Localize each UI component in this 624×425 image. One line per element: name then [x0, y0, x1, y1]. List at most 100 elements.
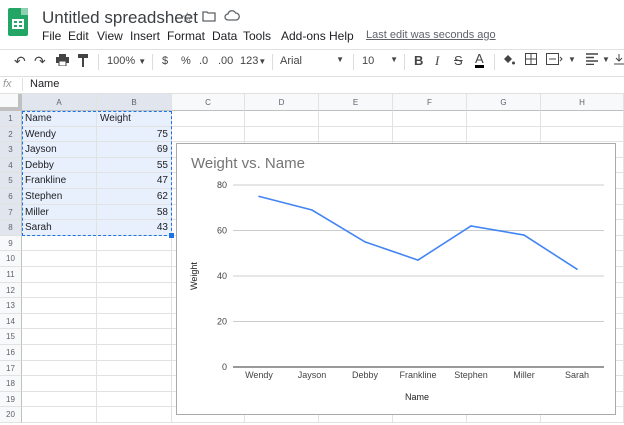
cell-b13[interactable]: [97, 298, 172, 314]
increase-decimal-button[interactable]: .00: [218, 55, 233, 67]
row-header-1[interactable]: 1: [0, 111, 22, 127]
cell-a19[interactable]: [22, 391, 97, 408]
row-header-14[interactable]: 14: [0, 313, 22, 330]
cell-a9[interactable]: [22, 235, 97, 252]
cell-a15[interactable]: [22, 329, 97, 345]
column-header-d[interactable]: D: [245, 94, 319, 111]
cell-b9[interactable]: [97, 235, 172, 252]
cell-b18[interactable]: [97, 376, 172, 392]
fill-handle[interactable]: [169, 233, 174, 238]
cell-a8[interactable]: Sarah: [22, 220, 97, 236]
column-header-a[interactable]: A: [22, 94, 97, 111]
cell-a12[interactable]: [22, 282, 97, 299]
vertical-align-icon[interactable]: [614, 53, 624, 68]
row-header-7[interactable]: 7: [0, 204, 22, 221]
redo-icon[interactable]: ↷: [34, 53, 46, 70]
column-header-e[interactable]: E: [319, 94, 393, 111]
last-edit-link[interactable]: Last edit was seconds ago: [366, 29, 496, 41]
cell-b1[interactable]: Weight: [97, 111, 172, 127]
chevron-down-icon[interactable]: ▼: [602, 55, 610, 64]
cell-a4[interactable]: Debby: [22, 157, 97, 174]
cell-a1[interactable]: Name: [22, 111, 97, 127]
undo-icon[interactable]: ↶: [14, 53, 26, 70]
column-header-c[interactable]: C: [172, 94, 245, 111]
cell-a17[interactable]: [22, 360, 97, 377]
cell-b12[interactable]: [97, 282, 172, 299]
font-size-select[interactable]: 10 ▼: [362, 55, 398, 67]
row-header-6[interactable]: 6: [0, 189, 22, 205]
cell-b5[interactable]: 47: [97, 173, 172, 189]
row-header-4[interactable]: 4: [0, 157, 22, 174]
merge-cells-icon[interactable]: [546, 53, 564, 68]
row-header-13[interactable]: 13: [0, 298, 22, 314]
row-header-2[interactable]: 2: [0, 126, 22, 143]
sheets-logo-icon[interactable]: [8, 8, 28, 36]
cell-b16[interactable]: [97, 345, 172, 361]
font-family-select[interactable]: Arial ▼: [280, 55, 344, 67]
row-header-9[interactable]: 9: [0, 235, 22, 252]
bold-icon[interactable]: B: [414, 53, 423, 68]
row-header-17[interactable]: 17: [0, 360, 22, 377]
cell-c2[interactable]: [172, 126, 245, 143]
cell-a5[interactable]: Frankline: [22, 173, 97, 189]
row-header-15[interactable]: 15: [0, 329, 22, 345]
menu-edit[interactable]: Edit: [68, 29, 89, 43]
cell-a10[interactable]: [22, 251, 97, 267]
cell-a2[interactable]: Wendy: [22, 126, 97, 143]
decrease-decimal-button[interactable]: .0: [199, 55, 208, 67]
star-icon[interactable]: ☆: [181, 9, 194, 26]
cell-b7[interactable]: 58: [97, 204, 172, 221]
cloud-status-icon[interactable]: [224, 9, 240, 25]
number-format-select[interactable]: 123▼: [240, 55, 266, 67]
row-header-8[interactable]: 8: [0, 220, 22, 236]
borders-icon[interactable]: [525, 53, 537, 68]
row-header-18[interactable]: 18: [0, 376, 22, 392]
menu-data[interactable]: Data: [212, 29, 237, 43]
cell-g2[interactable]: [467, 126, 541, 143]
cell-b2[interactable]: 75: [97, 126, 172, 143]
menu-insert[interactable]: Insert: [130, 29, 160, 43]
menu-help[interactable]: Help: [329, 29, 354, 43]
cell-e1[interactable]: [319, 111, 393, 127]
text-color-icon[interactable]: A: [475, 52, 484, 68]
cell-b8[interactable]: 43: [97, 220, 172, 236]
cell-g1[interactable]: [467, 111, 541, 127]
italic-icon[interactable]: I: [435, 53, 439, 69]
cell-a13[interactable]: [22, 298, 97, 314]
zoom-select[interactable]: 100% ▼: [107, 55, 146, 67]
row-header-12[interactable]: 12: [0, 282, 22, 299]
column-header-h[interactable]: H: [541, 94, 624, 111]
paint-format-icon[interactable]: [78, 54, 89, 70]
menu-view[interactable]: View: [97, 29, 123, 43]
strikethrough-icon[interactable]: S: [454, 53, 463, 68]
cell-b17[interactable]: [97, 360, 172, 377]
currency-format-button[interactable]: $: [162, 55, 168, 67]
row-header-20[interactable]: 20: [0, 407, 22, 423]
row-header-3[interactable]: 3: [0, 142, 22, 158]
row-header-19[interactable]: 19: [0, 391, 22, 408]
menu-add-ons[interactable]: Add-ons: [281, 29, 326, 43]
cell-b10[interactable]: [97, 251, 172, 267]
cell-d2[interactable]: [245, 126, 319, 143]
row-header-16[interactable]: 16: [0, 345, 22, 361]
move-folder-icon[interactable]: [202, 9, 216, 25]
print-icon[interactable]: [56, 54, 69, 69]
cell-b4[interactable]: 55: [97, 157, 172, 174]
cell-a7[interactable]: Miller: [22, 204, 97, 221]
menu-file[interactable]: File: [42, 29, 61, 43]
cell-b11[interactable]: [97, 267, 172, 283]
cell-a6[interactable]: Stephen: [22, 189, 97, 205]
menu-tools[interactable]: Tools: [243, 29, 271, 43]
cell-b15[interactable]: [97, 329, 172, 345]
cell-a3[interactable]: Jayson: [22, 142, 97, 158]
cell-c1[interactable]: [172, 111, 245, 127]
menu-format[interactable]: Format: [167, 29, 205, 43]
cell-d1[interactable]: [245, 111, 319, 127]
percent-format-button[interactable]: %: [181, 55, 191, 67]
formula-input[interactable]: Name: [30, 78, 59, 90]
cell-a14[interactable]: [22, 313, 97, 330]
cell-b19[interactable]: [97, 391, 172, 408]
cell-b3[interactable]: 69: [97, 142, 172, 158]
cell-e2[interactable]: [319, 126, 393, 143]
cell-b20[interactable]: [97, 407, 172, 423]
